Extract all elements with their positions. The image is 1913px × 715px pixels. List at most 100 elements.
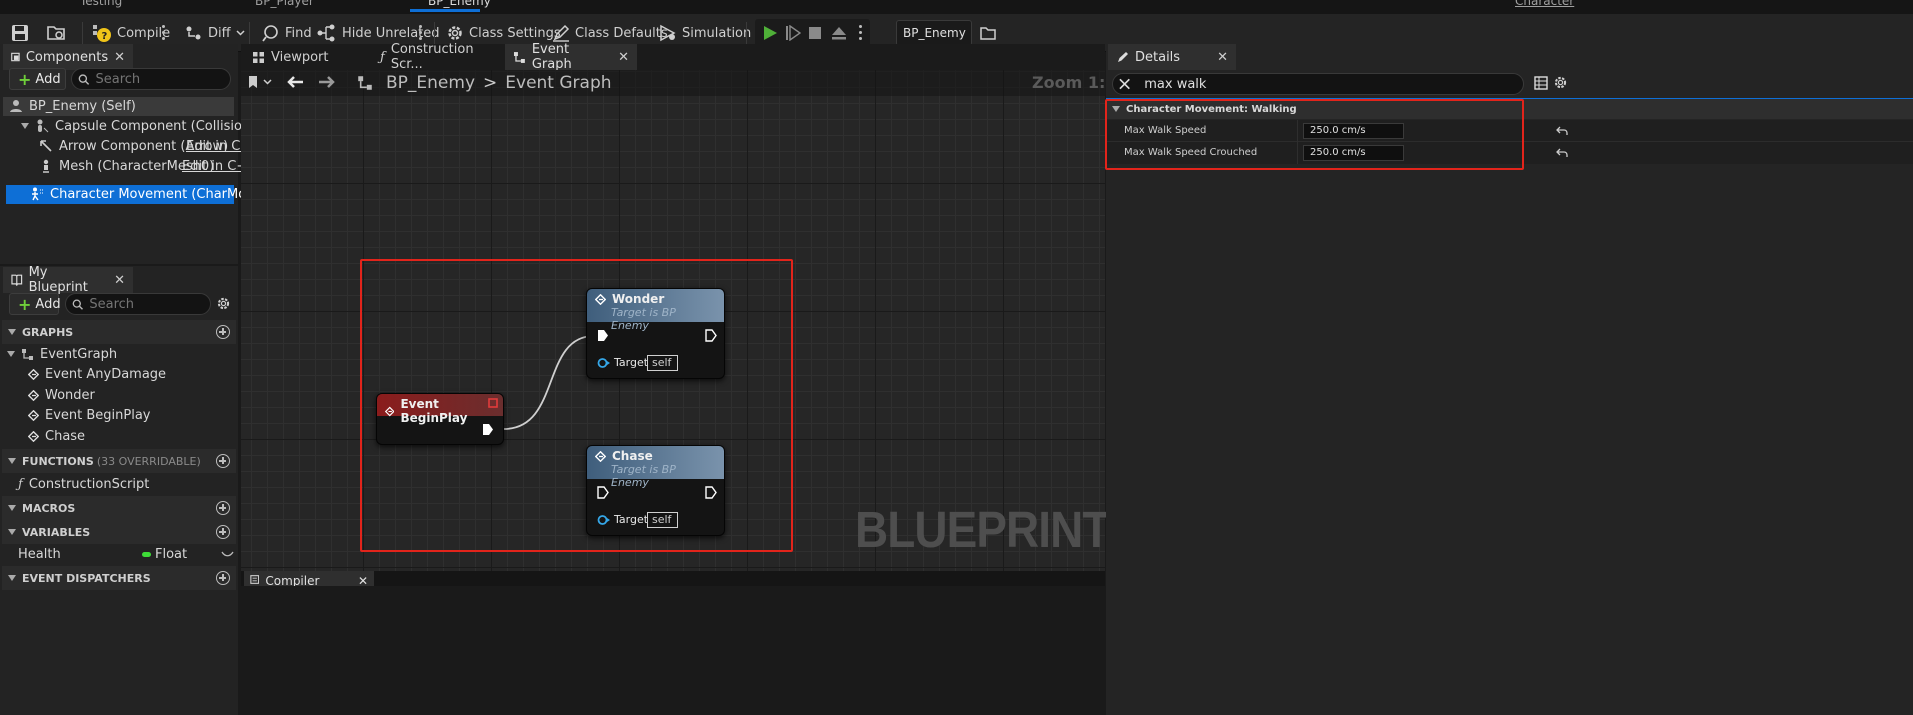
- event-item[interactable]: Event AnyDamage: [28, 364, 166, 384]
- reset-to-default-icon[interactable]: [1556, 148, 1568, 158]
- details-settings-button[interactable]: [1553, 75, 1568, 93]
- gear-icon: [448, 26, 462, 40]
- visibility-eye-icon: [221, 551, 234, 557]
- function-icon: ƒ: [18, 476, 23, 492]
- event-item[interactable]: Wonder: [28, 385, 95, 405]
- window-tab-bp-enemy[interactable]: BP_Enemy: [428, 0, 491, 10]
- graphs-section-header[interactable]: GRAPHS: [2, 320, 236, 344]
- graph-highlight-box: [360, 259, 793, 552]
- stop-button[interactable]: [808, 21, 822, 45]
- folder-icon: [980, 27, 996, 40]
- stop-icon: [809, 27, 821, 39]
- details-tab[interactable]: Details ✕: [1108, 44, 1236, 70]
- add-macro-icon[interactable]: [216, 501, 230, 515]
- add-variable-icon[interactable]: [216, 525, 230, 539]
- expand-icon[interactable]: [21, 123, 29, 129]
- tab-viewport-label: Viewport: [271, 49, 329, 65]
- movement-icon: [32, 187, 43, 201]
- close-icon[interactable]: ✕: [358, 574, 368, 586]
- simulation-button[interactable]: Simulation: [659, 21, 751, 45]
- close-icon[interactable]: ✕: [618, 50, 629, 65]
- compile-button[interactable]: ? Compile: [92, 21, 170, 45]
- add-dispatcher-icon[interactable]: [216, 571, 230, 585]
- my-blueprint-search-input[interactable]: [89, 296, 210, 312]
- functions-note: (33 OVERRIDABLE): [96, 454, 201, 468]
- dispatchers-header: EVENT DISPATCHERS: [22, 571, 151, 585]
- tab-event-graph[interactable]: Event Graph ✕: [505, 42, 637, 72]
- window-tab-testing[interactable]: Testing: [80, 0, 122, 10]
- hide-unrelated-label: Hide Unrelated: [342, 25, 440, 41]
- add-member-button[interactable]: + Add: [9, 293, 61, 315]
- my-blueprint-tab-label: My Blueprint: [28, 265, 88, 295]
- eject-icon: [832, 27, 846, 40]
- skeletal-mesh-icon: [43, 159, 49, 173]
- find-icon: [262, 25, 278, 42]
- construction-script-label: ConstructionScript: [28, 476, 150, 492]
- find-options-kebab[interactable]: [419, 24, 423, 42]
- function-icon: ƒ: [380, 49, 385, 65]
- components-search-input[interactable]: [95, 71, 230, 87]
- tab-event-graph-label: Event Graph: [531, 42, 572, 72]
- play-button[interactable]: [762, 21, 778, 45]
- browse-button[interactable]: [47, 21, 67, 45]
- expand-icon[interactable]: [7, 351, 15, 357]
- event-item[interactable]: Chase: [28, 426, 85, 446]
- window-tab-strip: Testing BP_Player BP_Enemy Character: [0, 0, 1913, 14]
- collapse-icon: [8, 505, 16, 511]
- tab-construction-script[interactable]: ƒ Construction Scr...: [372, 42, 502, 72]
- event-icon: [28, 389, 39, 401]
- folder-search-icon: [47, 26, 65, 40]
- tab-viewport[interactable]: Viewport: [244, 44, 370, 70]
- compiler-results-tab[interactable]: Compiler Results ✕: [244, 571, 374, 586]
- search-icon: [78, 73, 90, 85]
- add-graph-icon[interactable]: [216, 325, 230, 339]
- my-blueprint-search[interactable]: [65, 293, 211, 315]
- event-dispatchers-section-header[interactable]: EVENT DISPATCHERS: [2, 566, 236, 590]
- diff-button[interactable]: Diff: [185, 21, 245, 45]
- add-component-button[interactable]: + Add: [9, 68, 66, 90]
- class-defaults-label: Class Defaults: [575, 25, 668, 41]
- components-tab[interactable]: Components ✕: [3, 44, 133, 70]
- variables-section-header[interactable]: VARIABLES: [2, 520, 236, 544]
- svg-text:?: ?: [102, 31, 108, 42]
- settings-gear-button[interactable]: [216, 296, 231, 314]
- details-search-input[interactable]: [1144, 76, 1523, 92]
- parent-class-link[interactable]: Character: [1515, 0, 1574, 10]
- advance-frame-button[interactable]: [785, 21, 801, 45]
- functions-section-header[interactable]: FUNCTIONS (33 OVERRIDABLE): [2, 449, 236, 473]
- actor-icon: [10, 100, 22, 112]
- eject-button[interactable]: [831, 21, 847, 45]
- macros-section-header[interactable]: MACROS: [2, 496, 236, 520]
- event-graph-item[interactable]: EventGraph: [7, 344, 117, 364]
- details-search[interactable]: [1112, 73, 1524, 95]
- add-function-icon[interactable]: [216, 454, 230, 468]
- close-icon[interactable]: ✕: [114, 50, 125, 65]
- property-matrix-button[interactable]: [1534, 76, 1548, 93]
- details-highlight-box: [1105, 99, 1524, 170]
- components-search[interactable]: [71, 68, 231, 90]
- save-button[interactable]: [11, 21, 29, 45]
- window-tab-bp-player[interactable]: BP_Player: [255, 0, 314, 10]
- browse-debug-object-button[interactable]: [980, 21, 996, 45]
- debug-object-dropdown[interactable]: BP_Enemy: [896, 20, 972, 46]
- viewport-icon: [253, 51, 264, 63]
- diff-icon: [186, 26, 201, 40]
- construction-script-item[interactable]: ƒ ConstructionScript: [18, 474, 149, 494]
- compiler-results-label: Compiler Results: [265, 574, 320, 586]
- my-blueprint-tab[interactable]: My Blueprint ✕: [3, 265, 133, 295]
- collapse-icon: [8, 329, 16, 335]
- compile-options-kebab[interactable]: [162, 24, 166, 42]
- collapse-icon: [8, 529, 16, 535]
- close-icon[interactable]: ✕: [1217, 50, 1228, 65]
- save-icon: [12, 25, 28, 41]
- reset-to-default-icon[interactable]: [1556, 126, 1568, 136]
- hide-unrelated-icon: [317, 24, 335, 42]
- event-item[interactable]: Event BeginPlay: [28, 405, 151, 425]
- component-self[interactable]: BP_Enemy (Self): [9, 96, 136, 116]
- event-icon: [28, 409, 39, 421]
- close-icon[interactable]: ✕: [114, 273, 125, 288]
- play-options-kebab[interactable]: [859, 24, 863, 42]
- variable-row[interactable]: Health Float: [18, 544, 236, 564]
- variables-header: VARIABLES: [22, 525, 91, 539]
- find-button[interactable]: Find: [262, 21, 312, 45]
